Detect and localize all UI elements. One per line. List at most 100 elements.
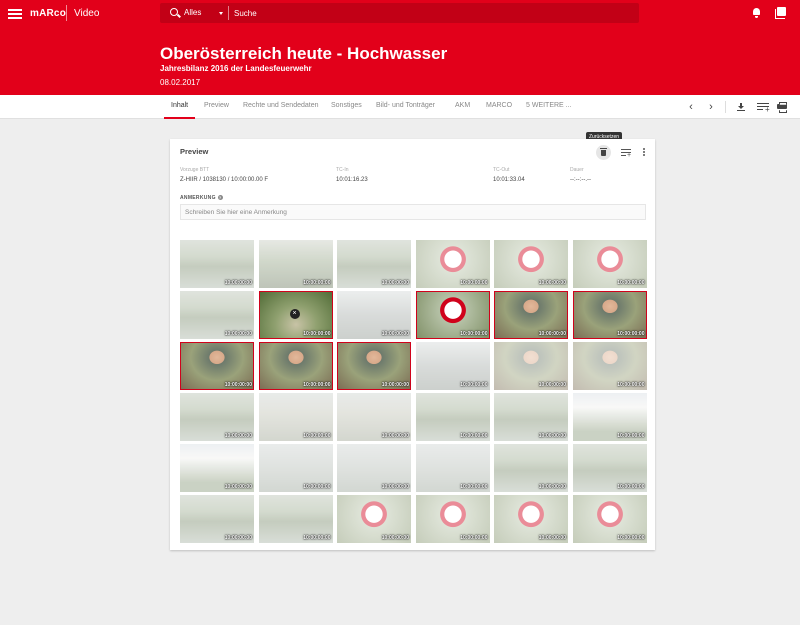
video-thumbnail[interactable]: 10:00:00:00 [415, 444, 490, 492]
divider [66, 5, 67, 21]
video-thumbnail[interactable]: 10:00:00:00 [572, 291, 647, 339]
field-value: Z-HIIR / 1038130 / 10:00:00.00 F [180, 177, 269, 183]
tab-more[interactable]: 5 WEITERE ... [526, 95, 572, 119]
timecode-label: 10:00:00:00 [617, 484, 645, 490]
video-thumbnail[interactable]: 10:00:00:00 [494, 342, 568, 390]
trash-icon[interactable] [596, 145, 611, 160]
section-title: Video [74, 8, 100, 19]
video-thumbnail[interactable]: 10:00:00:00 [415, 291, 490, 339]
video-thumbnail[interactable]: 10:00:00:00 [572, 342, 647, 390]
video-thumbnail[interactable]: 10:00:00:00 [494, 444, 568, 492]
video-thumbnail[interactable]: 10:00:00:00 [572, 495, 647, 543]
video-thumbnail[interactable]: 10:00:00:00 [494, 240, 568, 288]
tab-bild-und-tontraeger[interactable]: Bild- und Tonträger [376, 95, 435, 119]
timecode-label: 10:00:00:00 [460, 484, 488, 490]
chevron-left-icon[interactable]: ‹ [683, 95, 699, 119]
tab-rechte-und-sendedaten[interactable]: Rechte und Sendedaten [243, 95, 319, 119]
video-thumbnail[interactable]: 10:00:00:00 [258, 240, 333, 288]
video-thumbnail[interactable]: 10:00:00:00 [337, 240, 411, 288]
timecode-label: 10:00:00:00 [538, 484, 566, 490]
video-thumbnail[interactable]: 10:00:00:00 [258, 495, 333, 543]
timecode-label: 10:00:00:00 [303, 433, 331, 439]
timecode-label: 10:00:00:00 [381, 433, 409, 439]
tab-marco[interactable]: MARCO [486, 95, 512, 119]
video-thumbnail[interactable]: 10:00:00:00 [258, 342, 333, 390]
video-thumbnail[interactable]: 10:00:00:00 [180, 393, 254, 441]
video-thumbnail[interactable]: 10:00:00:00 [180, 240, 254, 288]
video-thumbnail[interactable]: 10:00:00:00 [180, 291, 254, 339]
video-thumbnail[interactable]: 10:00:00:00 [180, 444, 254, 492]
tab-preview[interactable]: Preview [204, 95, 229, 119]
timecode-label: 10:00:00:00 [381, 382, 409, 388]
timecode-label: 10:00:00:00 [381, 535, 409, 541]
timecode-label: 10:00:00:00 [538, 535, 566, 541]
print-icon[interactable] [777, 102, 787, 111]
video-thumbnail[interactable]: 10:00:00:00 [337, 495, 411, 543]
field-value: 10:01:16.23 [336, 177, 368, 183]
annotation-label: ANMERKUNG? [180, 195, 223, 201]
search-input[interactable] [234, 5, 629, 21]
video-thumbnail[interactable]: 10:00:00:00 [258, 444, 333, 492]
playlist-add-icon[interactable]: + [757, 103, 770, 114]
tab-bar: Inhalt Preview Rechte und Sendedaten Son… [0, 95, 800, 119]
timecode-label: 10:00:00:00 [303, 484, 331, 490]
bell-icon[interactable] [752, 8, 761, 18]
timecode-label: 10:00:00:00 [460, 433, 488, 439]
tab-akm[interactable]: AKM [455, 95, 470, 119]
page-title: Oberösterreich heute - Hochwasser [160, 44, 448, 63]
page-subtitle: Jahresbilanz 2016 der Landesfeuerwehr [160, 64, 312, 73]
timecode-label: 10:00:00:00 [224, 484, 252, 490]
close-icon[interactable]: × [289, 309, 300, 319]
timecode-label: 10:00:00:00 [381, 280, 409, 286]
more-vert-icon[interactable] [642, 148, 646, 158]
annotation-label-text: ANMERKUNG [180, 195, 216, 201]
menu-icon[interactable] [8, 9, 22, 19]
video-thumbnail[interactable]: 10:00:00:00 [494, 495, 568, 543]
video-thumbnail[interactable]: 10:00:00:00 [337, 291, 411, 339]
field-label: Vorzuge BTT [180, 167, 210, 173]
field-label: Dauer [570, 167, 584, 173]
timecode-label: 10:00:00:00 [224, 331, 252, 337]
video-thumbnail[interactable]: 10:00:00:00 × [258, 291, 333, 339]
search-icon[interactable] [170, 8, 178, 16]
timecode-label: 10:00:00:00 [460, 382, 488, 388]
annotation-input[interactable] [180, 204, 646, 220]
video-thumbnail[interactable]: 10:00:00:00 [337, 444, 411, 492]
library-icon[interactable] [775, 7, 786, 19]
chevron-right-icon[interactable]: › [703, 95, 719, 119]
divider [228, 6, 229, 20]
video-thumbnail[interactable]: 10:00:00:00 [572, 444, 647, 492]
video-thumbnail[interactable]: 10:00:00:00 [415, 342, 490, 390]
timecode-label: 10:00:00:00 [460, 280, 488, 286]
video-thumbnail[interactable]: 10:00:00:00 [494, 291, 568, 339]
video-thumbnail[interactable]: 10:00:00:00 [572, 240, 647, 288]
video-thumbnail[interactable]: 10:00:00:00 [180, 342, 254, 390]
tab-inhalt[interactable]: Inhalt [164, 95, 196, 119]
timecode-label: 10:00:00:00 [303, 382, 331, 388]
chevron-down-icon[interactable] [219, 12, 223, 15]
video-thumbnail[interactable]: 10:00:00:00 [337, 342, 411, 390]
video-thumbnail[interactable]: 10:00:00:00 [415, 240, 490, 288]
timecode-label: 10:00:00:00 [617, 280, 645, 286]
brand-logo[interactable]: mARco [30, 8, 66, 19]
video-thumbnail[interactable]: 10:00:00:00 [494, 393, 568, 441]
playlist-add-icon[interactable]: + [621, 149, 631, 159]
timecode-label: 10:00:00:00 [538, 382, 566, 388]
search-scope-select[interactable]: Alles [184, 8, 201, 17]
tab-sonstiges[interactable]: Sonstiges [331, 95, 362, 119]
video-thumbnail[interactable]: 10:00:00:00 [572, 393, 647, 441]
thumbnail-grid: 10:00:00:00 10:00:00:00 10:00:00:00 10:00:0… [180, 240, 648, 543]
video-thumbnail[interactable]: 10:00:00:00 [415, 495, 490, 543]
broadcast-date: 08.02.2017 [160, 78, 201, 87]
timecode-label: 10:00:00:00 [460, 331, 488, 337]
timecode-label: 10:00:00:00 [381, 331, 409, 337]
app-header: mARco Video Alles Oberösterreich heute -… [0, 0, 800, 95]
video-thumbnail[interactable]: 10:00:00:00 [415, 393, 490, 441]
video-thumbnail[interactable]: 10:00:00:00 [258, 393, 333, 441]
field-label: TC-Out [493, 167, 510, 173]
video-thumbnail[interactable]: 10:00:00:00 [180, 495, 254, 543]
timecode-label: 10:00:00:00 [617, 433, 645, 439]
video-thumbnail[interactable]: 10:00:00:00 [337, 393, 411, 441]
timecode-label: 10:00:00:00 [617, 382, 645, 388]
info-icon[interactable]: ? [217, 195, 223, 201]
